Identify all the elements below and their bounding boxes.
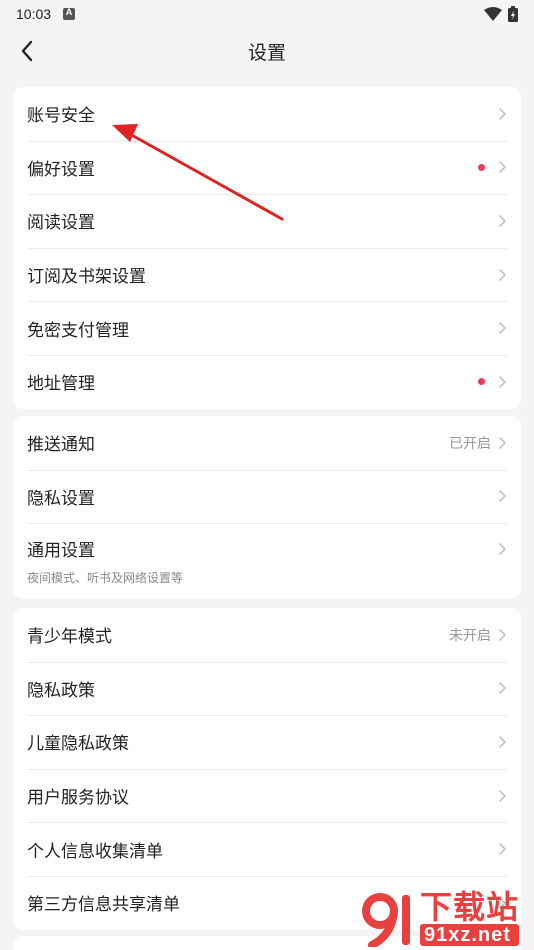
status-bar: 10:03 [0, 0, 534, 28]
row-subtitle: 夜间模式、听书及网络设置等 [27, 571, 184, 586]
row-status: 已开启 [449, 434, 491, 451]
settings-row-privacy-policy[interactable]: 隐私政策 [13, 661, 521, 716]
back-button[interactable] [12, 36, 42, 66]
settings-group-account: 账号安全 偏好设置 阅读设置 订阅及书架设置 免密支付管理 地址管理 [13, 87, 521, 409]
row-label: 第三方信息共享清单 [27, 895, 180, 915]
chevron-right-icon [499, 107, 506, 120]
settings-row-address[interactable]: 地址管理 [13, 354, 521, 409]
chevron-right-icon [499, 322, 506, 334]
row-label: 偏好设置 [27, 159, 95, 179]
chevron-right-icon [499, 843, 506, 855]
new-badge-dot [478, 378, 485, 386]
settings-row-push-notifications[interactable]: 推送通知 已开启 [13, 416, 521, 470]
row-label: 儿童隐私政策 [27, 734, 129, 754]
chevron-right-icon [499, 543, 506, 555]
status-time: 10:03 [16, 6, 52, 22]
watermark-domain: 91xz.net [420, 924, 520, 946]
settings-row-subscription-bookshelf[interactable]: 订阅及书架设置 [13, 247, 521, 302]
settings-row-child-privacy-policy[interactable]: 儿童隐私政策 [13, 715, 521, 769]
chevron-right-icon [499, 682, 506, 695]
row-label: 用户服务协议 [27, 788, 129, 808]
new-badge-dot [478, 163, 485, 171]
row-label: 个人信息收集清单 [27, 841, 163, 861]
settings-row-reading[interactable]: 阅读设置 [13, 194, 521, 248]
row-label: 账号安全 [27, 106, 95, 126]
settings-row-general[interactable]: 通用设置 夜间模式、听书及网络设置等 [13, 523, 521, 599]
settings-group-general: 推送通知 已开启 隐私设置 通用设置 夜间模式、听书及网络设置等 [13, 416, 521, 600]
page-title: 设置 [247, 42, 286, 64]
row-label: 阅读设置 [27, 213, 95, 233]
watermark-logo-icon [362, 893, 410, 947]
row-label: 推送通知 [27, 435, 95, 455]
settings-row-privacy[interactable]: 隐私设置 [13, 469, 521, 524]
wifi-icon [484, 7, 502, 21]
settings-group-policies: 青少年模式 未开启 隐私政策 儿童隐私政策 用户服务协议 个人信息收集清单 第三… [13, 608, 521, 930]
notification-app-icon [63, 7, 76, 20]
status-icons [484, 6, 518, 22]
settings-row-password-free-payment[interactable]: 免密支付管理 [13, 301, 521, 355]
chevron-right-icon [499, 375, 506, 388]
chevron-right-icon [499, 490, 506, 503]
watermark: 下载站 91xz.net [358, 888, 530, 948]
chevron-right-icon [499, 161, 506, 174]
settings-row-account-security[interactable]: 账号安全 [13, 87, 521, 141]
row-label: 隐私设置 [27, 488, 95, 508]
chevron-right-icon [499, 736, 506, 748]
chevron-right-icon [499, 215, 506, 227]
settings-row-user-agreement[interactable]: 用户服务协议 [13, 768, 521, 823]
row-label: 订阅及书架设置 [27, 267, 146, 287]
back-arrow-icon [21, 40, 33, 62]
watermark-logo-text: 下载站 [420, 889, 520, 925]
chevron-right-icon [499, 436, 506, 449]
app-header: 设置 [0, 28, 534, 74]
row-label: 免密支付管理 [27, 320, 129, 340]
row-status: 未开启 [449, 626, 491, 643]
chevron-right-icon [499, 268, 506, 281]
settings-row-personal-info-list[interactable]: 个人信息收集清单 [13, 822, 521, 876]
row-label: 青少年模式 [27, 627, 112, 647]
battery-icon [508, 6, 518, 22]
row-label: 地址管理 [27, 374, 95, 394]
settings-row-teen-mode[interactable]: 青少年模式 未开启 [13, 608, 521, 662]
chevron-right-icon [499, 789, 506, 802]
row-label: 通用设置 [27, 541, 95, 561]
settings-row-preferences[interactable]: 偏好设置 [13, 140, 521, 195]
row-label: 隐私政策 [27, 680, 95, 700]
chevron-right-icon [499, 628, 506, 641]
